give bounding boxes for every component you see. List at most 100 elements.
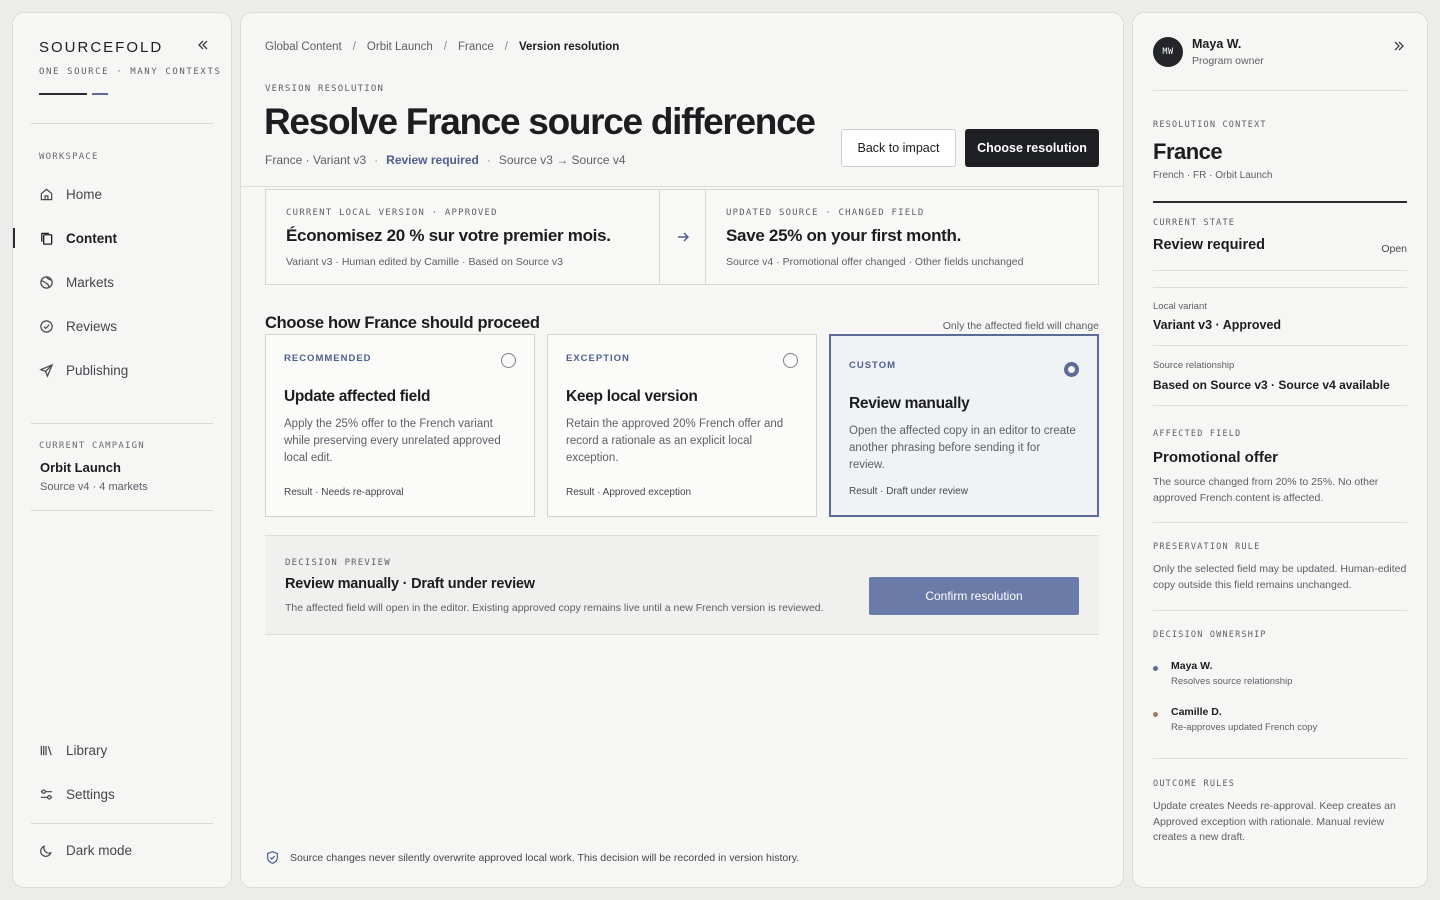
- breadcrumb-current: Version resolution: [518, 41, 620, 53]
- brand-tagline: ONE SOURCE · MANY CONTEXTS: [39, 67, 222, 77]
- avatar[interactable]: MW: [1153, 37, 1183, 67]
- campaign-name[interactable]: Orbit Launch: [40, 460, 121, 475]
- updated-source-eyebrow: UPDATED SOURCE · CHANGED FIELD: [726, 208, 925, 218]
- breadcrumb-global-content[interactable]: Global Content: [265, 41, 342, 53]
- nav-home[interactable]: Home: [13, 179, 231, 209]
- option-tag: RECOMMENDED: [284, 353, 372, 364]
- nav-label: Settings: [66, 786, 115, 802]
- page-title: Resolve France source difference: [264, 101, 816, 142]
- version-comparison: CURRENT LOCAL VERSION · APPROVED Économi…: [265, 189, 1099, 285]
- option-result: Result · Needs re-approval: [284, 487, 404, 498]
- dark-mode-label: Dark mode: [66, 842, 133, 858]
- document-copy-icon: [41, 232, 53, 245]
- breadcrumb-separator: /: [504, 41, 508, 53]
- moon-icon: [40, 844, 52, 857]
- home-icon: [40, 188, 53, 200]
- nav-reviews[interactable]: Reviews: [13, 311, 231, 341]
- arrow-right-icon: [677, 232, 689, 242]
- market-name: France: [1153, 139, 1223, 164]
- current-state-value: Review required: [1153, 237, 1266, 253]
- footer-note-text: Source changes never silently overwrite …: [290, 851, 800, 864]
- nav-label: Content: [66, 230, 117, 246]
- send-icon: [39, 363, 54, 378]
- owner-bullet: [1153, 712, 1158, 717]
- divider: [31, 423, 213, 424]
- workspace-label: WORKSPACE: [39, 152, 99, 162]
- meta-separator: ·: [486, 153, 491, 167]
- option-title: Review manually: [849, 395, 970, 412]
- breadcrumb-orbit-launch[interactable]: Orbit Launch: [367, 41, 433, 53]
- option-description: Retain the approved 20% French offer and…: [566, 418, 784, 464]
- main-panel: Global Content / Orbit Launch / France /…: [240, 12, 1124, 888]
- owner-description: Resolves source relationship: [1171, 676, 1293, 687]
- campaign-label: CURRENT CAMPAIGN: [39, 441, 145, 451]
- sliders-icon: [40, 788, 53, 800]
- option-radio[interactable]: [783, 353, 798, 368]
- divider: [31, 123, 213, 124]
- option-title: Keep local version: [566, 388, 698, 405]
- option-description: Open the affected copy in an editor to c…: [849, 425, 1076, 471]
- chevrons-right-icon[interactable]: [1389, 37, 1409, 55]
- affected-field-value: Promotional offer: [1153, 449, 1279, 466]
- nav-markets[interactable]: Markets: [13, 267, 231, 297]
- divider: [1153, 201, 1407, 203]
- option-description: Apply the 25% offer to the French varian…: [284, 418, 501, 464]
- shield-check-icon: [267, 851, 278, 864]
- divider: [1153, 522, 1407, 523]
- nav-publishing[interactable]: Publishing: [13, 355, 231, 385]
- campaign-meta: Source v4 · 4 markets: [40, 481, 148, 493]
- brand-bar-accent: [92, 93, 108, 95]
- preservation-rule-label: PRESERVATION RULE: [1153, 542, 1261, 552]
- confirm-resolution-button[interactable]: Confirm resolution: [869, 577, 1079, 615]
- user-name: Maya W.: [1192, 37, 1242, 51]
- owner-name: Camille D.: [1171, 706, 1222, 718]
- divider: [1153, 287, 1407, 288]
- breadcrumb-france[interactable]: France: [458, 41, 494, 53]
- brand-logo[interactable]: SOURCEFOLD: [39, 39, 163, 56]
- divider: [1153, 405, 1407, 406]
- breadcrumb-separator: /: [352, 41, 356, 53]
- page-eyebrow: VERSION RESOLUTION: [265, 84, 385, 94]
- nav-content[interactable]: Content: [13, 223, 231, 253]
- option-radio-selected[interactable]: [1064, 362, 1079, 377]
- divider: [1153, 270, 1407, 271]
- nav-label: Markets: [66, 274, 115, 290]
- page-meta: France · Variant v3 · Review required · …: [265, 153, 626, 167]
- status-link[interactable]: Review required: [386, 153, 479, 167]
- decision-eyebrow: DECISION PREVIEW: [285, 558, 391, 568]
- user-role: Program owner: [1192, 55, 1264, 67]
- option-title: Update affected field: [284, 388, 431, 405]
- comparison-arrow: [659, 190, 706, 284]
- divider: [31, 510, 213, 511]
- dark-mode-toggle[interactable]: Dark mode: [13, 835, 231, 865]
- current-version-card: CURRENT LOCAL VERSION · APPROVED Économi…: [266, 190, 659, 284]
- option-update-affected-field[interactable]: RECOMMENDED Update affected field Apply …: [265, 334, 535, 517]
- back-to-impact-button[interactable]: Back to impact: [841, 129, 956, 167]
- choose-resolution-button[interactable]: Choose resolution: [965, 129, 1099, 167]
- variant-label: France · Variant v3: [265, 153, 367, 167]
- affected-field-label: AFFECTED FIELD: [1153, 429, 1242, 439]
- option-radio[interactable]: [501, 353, 516, 368]
- current-version-meta: Variant v3 · Human edited by Camille · B…: [286, 256, 564, 268]
- market-meta: French · FR · Orbit Launch: [1153, 170, 1273, 181]
- collapse-sidebar-icon[interactable]: [193, 35, 213, 55]
- owner-bullet: [1153, 666, 1158, 671]
- source-relationship-value: Based on Source v3 · Source v4 available: [1153, 378, 1390, 392]
- option-result: Result · Draft under review: [849, 486, 968, 497]
- local-variant-label: Local variant: [1153, 301, 1207, 312]
- divider: [1153, 758, 1407, 759]
- nav-library[interactable]: Library: [13, 735, 231, 765]
- updated-source-meta: Source v4 · Promotional offer changed · …: [726, 256, 1024, 268]
- nav-settings[interactable]: Settings: [13, 779, 231, 809]
- outcome-rules-label: OUTCOME RULES: [1153, 779, 1236, 789]
- option-review-manually[interactable]: CUSTOM Review manually Open the affected…: [829, 334, 1099, 517]
- check-circle-icon: [40, 319, 53, 333]
- footer-note: Source changes never silently overwrite …: [265, 850, 799, 865]
- affected-field-description: The source changed from 20% to 25%. No o…: [1153, 476, 1379, 504]
- option-keep-local-version[interactable]: EXCEPTION Keep local version Retain the …: [547, 334, 817, 517]
- options-note: Only the affected field will change: [942, 320, 1099, 332]
- header-divider: [241, 186, 1123, 187]
- nav-label: Publishing: [66, 362, 129, 378]
- context-panel: MW Maya W. Program owner RESOLUTION CONT…: [1132, 12, 1428, 888]
- divider: [31, 823, 213, 824]
